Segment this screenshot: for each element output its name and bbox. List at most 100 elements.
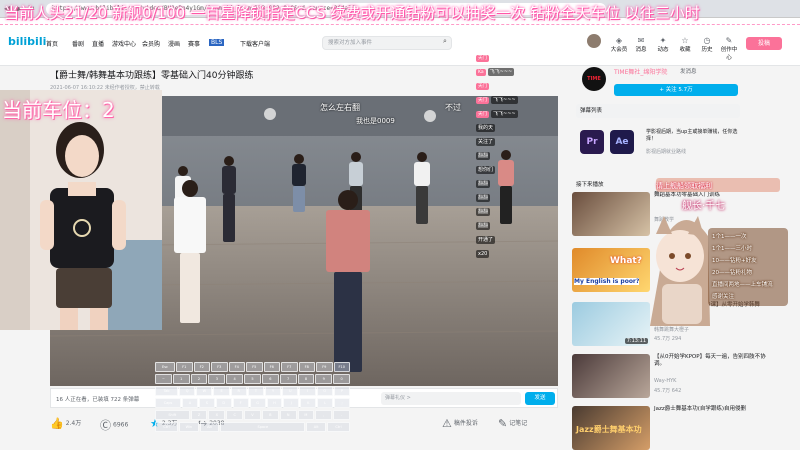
keyboard-key: Ctrl (155, 422, 179, 432)
chat-message: 天门 (476, 52, 491, 64)
keyboard-key: F6 (263, 362, 280, 372)
video-danmaku: 不过 (445, 103, 461, 112)
history-icon[interactable]: ◷ 历史 (698, 36, 716, 53)
recommended-video[interactable]: Jazz爵士舞基本功 Jazz爵士舞基本功(自学跟练)自用侵删 (572, 406, 772, 450)
keyboard-key: F1 (176, 362, 193, 372)
chat-text: 翻翻 (476, 152, 491, 160)
keyboard-key: D (215, 398, 232, 408)
ad-subtitle: 影视后期就业路线 (646, 149, 687, 155)
video-danmaku: 我也是0009 (356, 117, 395, 125)
fan-badge: 天门 (476, 83, 489, 90)
viewer-count: 16 人正在看，已装填 722 条弹幕 (56, 397, 140, 403)
follow-button[interactable]: + 关注 5.7万 (614, 84, 738, 96)
chat-text: 关注了 (476, 138, 496, 146)
keyboard-key: I (299, 386, 316, 396)
stream-banner: 当前人头21/20 新舰0/100 一百星降锁指定CCS 续费或开通钻粉可以抽奖… (0, 0, 800, 26)
keyboard-key: F10 (333, 362, 350, 372)
chat-text: x20 (476, 250, 490, 258)
keyboard-key: F5 (246, 362, 263, 372)
upload-button[interactable]: 投稿 (746, 37, 782, 50)
avatar[interactable] (587, 34, 601, 48)
dancer (288, 154, 310, 214)
chat-message: 翻翻 (476, 192, 491, 204)
keyboard-key: 5 (244, 374, 261, 384)
keyboard-key: X (208, 410, 226, 420)
nav-bls[interactable]: BLS (209, 39, 225, 46)
keyboard-key: 0 (333, 374, 350, 384)
chat-message: 翻翻 (476, 150, 491, 162)
chat-message: 翻翻 (476, 206, 491, 218)
keyboard-overlay: Esc F1 F2 F3 F4 F5 F6 F7 F8 F9 F10 ~1 2 3 4 5 6 7 8 9 0 Tab Q W… (155, 362, 355, 446)
keyboard-key: R (230, 386, 247, 396)
vip-icon[interactable]: ◈ 大会员 (610, 36, 628, 53)
search-icon[interactable]: ⌕ (440, 37, 450, 49)
chat-message: 天门 飞飞~~~ (476, 94, 518, 106)
keyboard-key: N (279, 410, 297, 420)
video-thumbnail: Jazz爵士舞基本功 (572, 406, 650, 450)
next-up-heading: 接下来播放 (576, 182, 604, 188)
chat-message: 翻翻 (476, 220, 491, 232)
send-danmaku-button[interactable]: 发送 (525, 392, 555, 405)
message-icon[interactable]: ✉ 消息 (632, 36, 650, 53)
like-button[interactable]: 👍 2.4万 (50, 417, 81, 430)
chat-message: 翻翻 (476, 178, 491, 190)
video-danmaku: 怎么左右翻 (320, 103, 360, 112)
nav-home[interactable]: 首页 (46, 39, 58, 48)
favorite-icon[interactable]: ☆ 收藏 (676, 36, 694, 53)
recommended-video[interactable]: 【从0开始学KPOP】每天一遍，告别四肢不协调。 Way-HYK 45.7万 6… (572, 354, 772, 400)
keyboard-key: B (261, 410, 279, 420)
nav-manga[interactable]: 漫画 (168, 39, 180, 48)
uploader-name[interactable]: TIME舞社_绵阳学院 (614, 67, 667, 76)
uploader-avatar[interactable]: TIME (582, 67, 606, 91)
dynamic-icon[interactable]: ✦ 动态 (654, 36, 672, 53)
keyboard-key: Alt (306, 422, 326, 432)
chat-message: 关注了 (476, 136, 496, 148)
nav-live[interactable]: 直播 (92, 39, 104, 48)
danmaku-input[interactable]: 弹幕礼仪 > (381, 392, 521, 405)
banner-divider (0, 24, 800, 25)
report-button[interactable]: ⚠ 稿件投诉 (442, 417, 478, 430)
nav-game[interactable]: 游戏中心 (112, 39, 136, 48)
chat-text: 我的天 (476, 124, 496, 132)
streamer-figure (0, 90, 162, 330)
keyboard-key: V (244, 410, 261, 420)
mascot-rule: 1个1——一次 (712, 234, 747, 240)
keyboard-key: 4 (226, 374, 244, 384)
mascot-rule: 感谢关注 (712, 294, 735, 300)
keyboard-key: F4 (228, 362, 245, 372)
danmu-list-toggle[interactable]: 弹幕列表 (576, 104, 740, 118)
keyboard-key: Space (220, 422, 306, 432)
keyboard-key: , (315, 410, 333, 420)
coin-button[interactable]: Ⓒ 6966 (100, 417, 128, 433)
nav-esports[interactable]: 赛事 (188, 39, 200, 48)
keyboard-key: S (198, 398, 215, 408)
uploader-panel: TIME TIME舞社_绵阳学院 发消息 + 关注 5.7万 (580, 62, 790, 102)
chat-text: 翻翻 (476, 194, 491, 202)
send-message-link[interactable]: 发消息 (680, 67, 697, 75)
note-button[interactable]: ✎ 记笔记 (498, 417, 527, 430)
keyboard-key: ~ (155, 374, 172, 384)
chat-message: 我的天 (476, 122, 496, 134)
mascot-rule: 直播间两地——上车铺流 (712, 282, 773, 288)
keyboard-key: 6 (261, 374, 279, 384)
keyboard-key: Esc (155, 362, 175, 372)
ad-card[interactable]: Pr Ae 学影视后期，当up主或接单赚钱，任你选择！ 影视后期就业路线 (576, 126, 740, 172)
ad-text: 学影视后期，当up主或接单赚钱，任你选择！ (646, 129, 738, 142)
keyboard-key: P (333, 386, 350, 396)
search-input[interactable]: 搜索对方加入事件 (322, 36, 452, 50)
chat-text: 开通了 (476, 236, 496, 244)
creator-icon[interactable]: ✎ 创作中心 (720, 36, 738, 61)
chat-message: 想你们 (476, 164, 496, 176)
keyboard-key: 9 (315, 374, 333, 384)
banner-text: 当前人头21/20 新舰0/100 一百星降锁指定CCS 续费或开通钻粉可以抽奖… (4, 4, 700, 22)
keyboard-key: U (282, 386, 299, 396)
bilibili-logo[interactable]: bilibili (8, 35, 46, 48)
mascot-rule: 10——钻粉+好友 (712, 258, 757, 264)
keyboard-key: 3 (208, 374, 226, 384)
nav-download[interactable]: 下载客户端 (240, 39, 270, 48)
keyboard-key: Win (179, 422, 199, 432)
keyboard-key: M (297, 410, 315, 420)
nav-anime[interactable]: 番剧 (72, 39, 84, 48)
nav-shop[interactable]: 会员购 (142, 39, 160, 48)
mascot-rule: 1个1——三小时 (712, 246, 752, 252)
